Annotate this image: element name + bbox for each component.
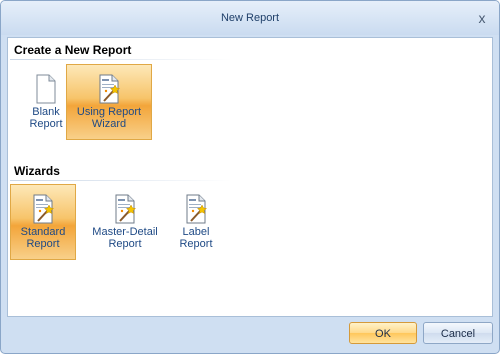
- close-button[interactable]: x: [473, 9, 491, 27]
- tile-label-line1: Master-Detail: [92, 226, 158, 238]
- section-header-create: Create a New Report: [10, 40, 274, 60]
- dialog-content: Create a New Report Blank Report Using R…: [7, 37, 493, 317]
- report-wizard-icon: [186, 194, 207, 224]
- section-divider: [10, 180, 232, 181]
- tile-master-detail-report[interactable]: Master-Detail Report: [86, 184, 164, 260]
- tile-label-line2: Report: [26, 238, 60, 250]
- section-divider: [10, 59, 232, 60]
- title-bar: New Report x: [1, 1, 499, 35]
- tile-label-line2: Report: [179, 238, 213, 250]
- tile-label-line1: Label: [182, 226, 210, 238]
- tile-label-line2: Wizard: [91, 118, 127, 130]
- dialog-title: New Report: [220, 12, 280, 24]
- tile-label-line2: Report: [108, 238, 142, 250]
- tile-label-report[interactable]: Label Report: [170, 184, 222, 260]
- report-wizard-icon: [33, 194, 54, 224]
- tile-standard-report[interactable]: Standard Report: [10, 184, 76, 260]
- report-wizard-icon: [115, 194, 136, 224]
- report-wizard-icon: [99, 74, 120, 104]
- cancel-button[interactable]: Cancel: [423, 322, 493, 344]
- new-report-dialog: New Report x Create a New Report Blank R…: [0, 0, 500, 354]
- section-title-wizards: Wizards: [14, 164, 60, 178]
- dialog-footer: OK Cancel: [1, 317, 499, 353]
- section-title-create: Create a New Report: [14, 43, 132, 57]
- blank-document-icon: [36, 74, 56, 104]
- section-header-wizards: Wizards: [10, 161, 274, 181]
- tile-using-report-wizard[interactable]: Using Report Wizard: [66, 64, 152, 140]
- tile-label-line1: Using Report: [76, 106, 142, 118]
- ok-button[interactable]: OK: [349, 322, 417, 344]
- tile-label-line1: Standard: [20, 226, 66, 238]
